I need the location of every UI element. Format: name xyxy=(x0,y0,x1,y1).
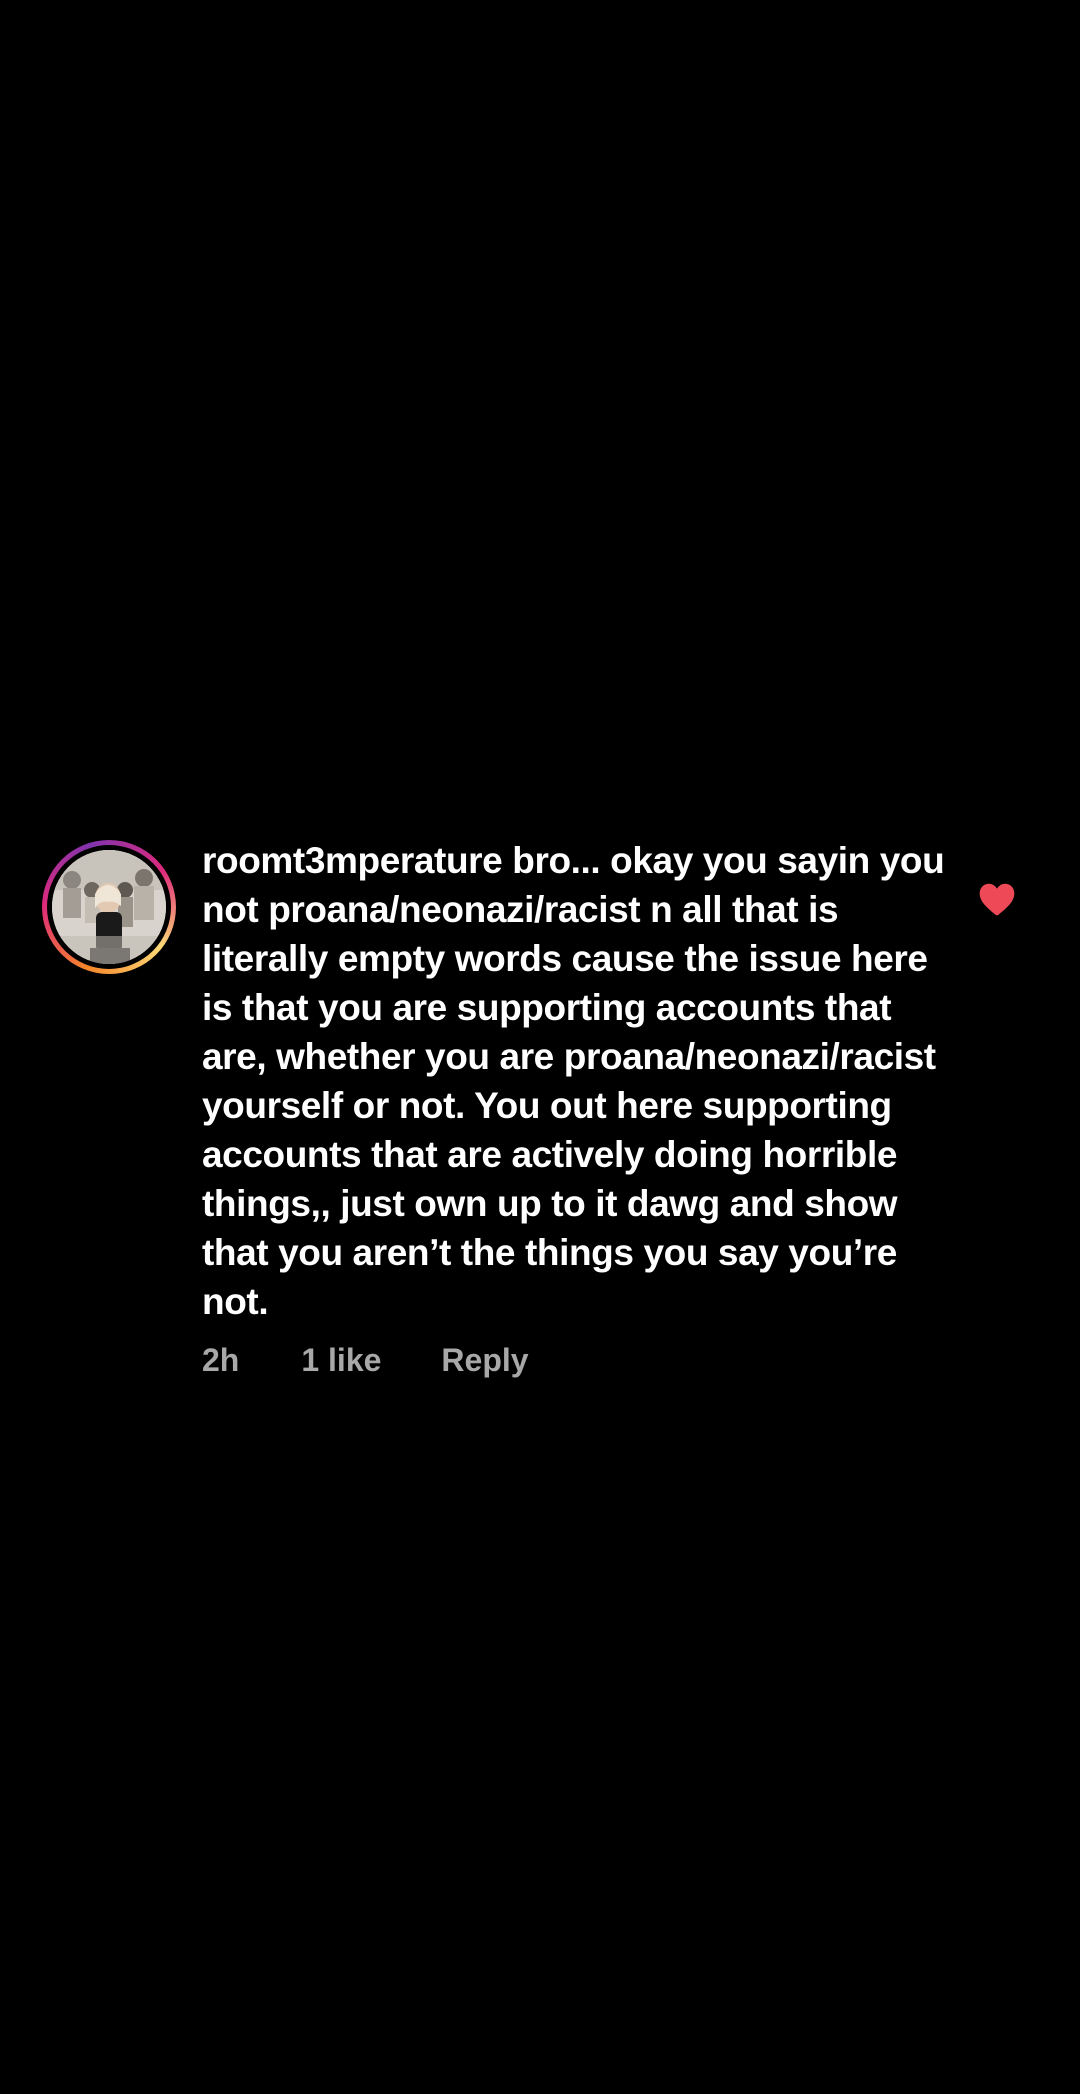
avatar-ring-gap xyxy=(47,845,171,969)
comment-text: bro... okay you sayin you not proana/neo… xyxy=(202,840,945,1322)
avatar-story-ring[interactable] xyxy=(42,840,176,974)
comment-like-count[interactable]: 1 like xyxy=(301,1342,381,1379)
avatar[interactable] xyxy=(52,850,166,964)
comment-meta: 2h 1 like Reply xyxy=(202,1342,962,1379)
heart-icon[interactable] xyxy=(978,882,1016,916)
comment-username[interactable]: roomt3mperature xyxy=(202,840,503,881)
avatar-image xyxy=(52,850,166,964)
reply-button[interactable]: Reply xyxy=(441,1342,528,1379)
comment-content: roomt3mperature bro... okay you sayin yo… xyxy=(202,836,962,1379)
comment-timestamp: 2h xyxy=(202,1342,240,1378)
comment-body: roomt3mperature bro... okay you sayin yo… xyxy=(202,836,962,1326)
